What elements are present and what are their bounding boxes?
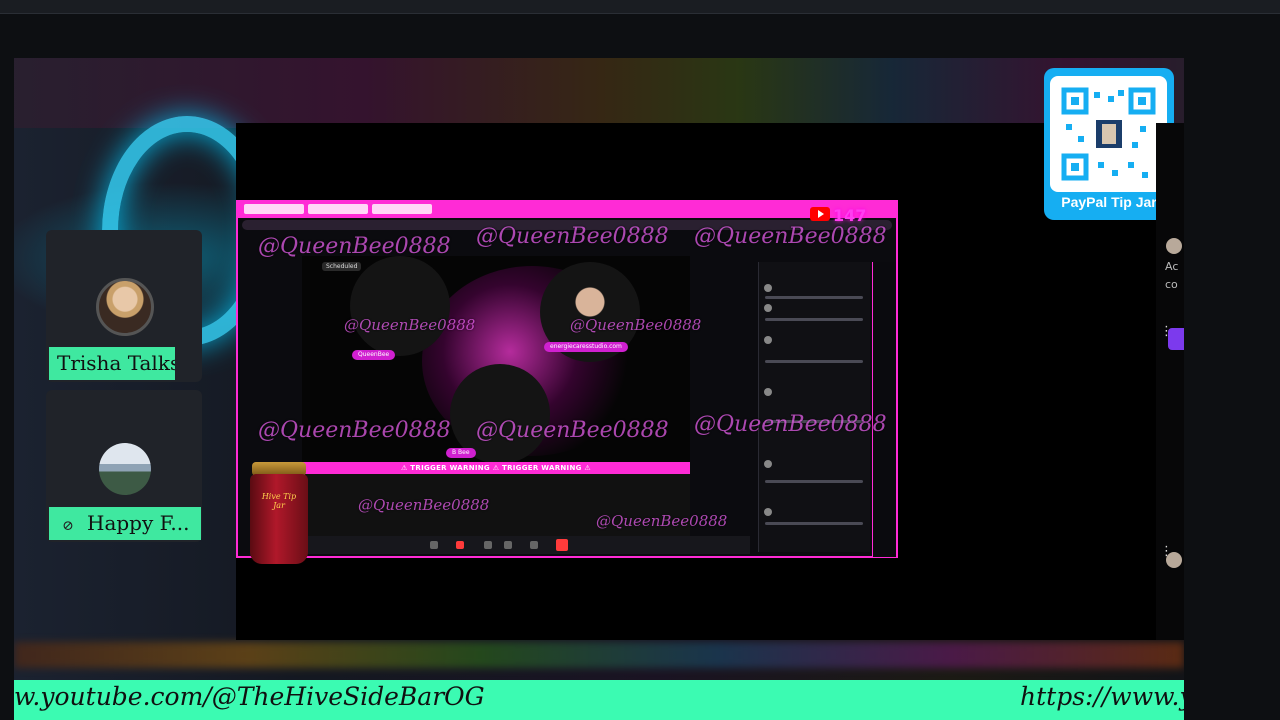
watermark: @QueenBee0888 <box>570 316 702 334</box>
control-icon <box>456 541 464 549</box>
control-icon <box>430 541 438 549</box>
guest-circle <box>350 256 450 356</box>
participant-name: Happy F... <box>87 511 190 535</box>
live-viewer-count: 147 <box>833 206 867 225</box>
chat-avatar <box>764 388 772 396</box>
chat-message <box>765 360 863 363</box>
jar-body <box>250 474 308 564</box>
watermark: @QueenBee0888 <box>694 412 887 437</box>
youtube-icon <box>810 207 830 221</box>
tip-jar-label: PayPal Tip Jar <box>1061 194 1157 210</box>
browser-tabs <box>238 202 896 218</box>
chat-avatar <box>764 460 772 468</box>
control-icon <box>504 541 512 549</box>
edge-text: co <box>1165 278 1178 291</box>
participant-nameplate: ⊘ Happy F... <box>49 507 201 540</box>
edge-text: Ac <box>1165 260 1179 273</box>
guest-label: B Bee <box>446 448 476 458</box>
avatar <box>1166 238 1182 254</box>
guest-label: QueenBee <box>352 350 396 360</box>
jar-label: Hive Tip Jar <box>261 492 297 510</box>
mic-off-icon: ⊘ <box>62 518 74 534</box>
chat-avatar <box>764 508 772 516</box>
avatar <box>96 278 154 336</box>
control-icon <box>484 541 492 549</box>
chat-avatar <box>764 336 772 344</box>
watermark: @QueenBee0888 <box>258 418 451 443</box>
watermark: @QueenBee0888 <box>476 224 669 249</box>
ticker-text: w.youtube.com/@TheHiveSideBarOG <box>14 682 485 711</box>
control-icon <box>530 541 538 549</box>
browser-tab <box>308 204 368 214</box>
top-bar <box>0 0 1280 14</box>
qr-code-graphic <box>1061 87 1156 181</box>
floor-glow <box>14 642 1184 668</box>
studio-controls-bar <box>250 536 750 554</box>
avatar <box>1166 552 1182 568</box>
honey-jar-image: Hive Tip Jar <box>246 462 312 566</box>
chat-message <box>765 522 863 525</box>
avatar <box>99 443 151 495</box>
watermark: @QueenBee0888 <box>258 234 451 259</box>
watermark: @QueenBee0888 <box>344 316 476 334</box>
chat-panel <box>758 262 870 552</box>
chat-side-toolbar <box>872 262 896 557</box>
browser-tab <box>244 204 304 214</box>
chat-avatar <box>764 304 772 312</box>
participant-name: Trisha Talks <box>49 347 175 380</box>
chat-message <box>765 480 863 483</box>
scrolling-ticker: w.youtube.com/@TheHiveSideBarOG https://… <box>14 680 1184 720</box>
chat-message <box>765 318 863 321</box>
chat-avatar <box>764 284 772 292</box>
watermark: @QueenBee0888 <box>596 512 728 530</box>
ticker-text: https://www.yo <box>1020 682 1184 711</box>
status-badge: Scheduled <box>322 262 362 271</box>
end-call-icon <box>556 539 568 551</box>
trigger-warning-banner: ⚠ TRIGGER WARNING ⚠ TRIGGER WARNING ⚠ <box>302 462 690 474</box>
watermark: @QueenBee0888 <box>358 496 490 514</box>
qr-code-icon <box>1050 76 1167 192</box>
side-tab[interactable] <box>1168 328 1184 350</box>
watermark: @QueenBee0888 <box>476 418 669 443</box>
chat-message <box>765 296 863 299</box>
guest-label: energiecaresstudio.com <box>544 342 628 352</box>
watermark: @QueenBee0888 <box>694 224 887 249</box>
browser-tab <box>372 204 432 214</box>
